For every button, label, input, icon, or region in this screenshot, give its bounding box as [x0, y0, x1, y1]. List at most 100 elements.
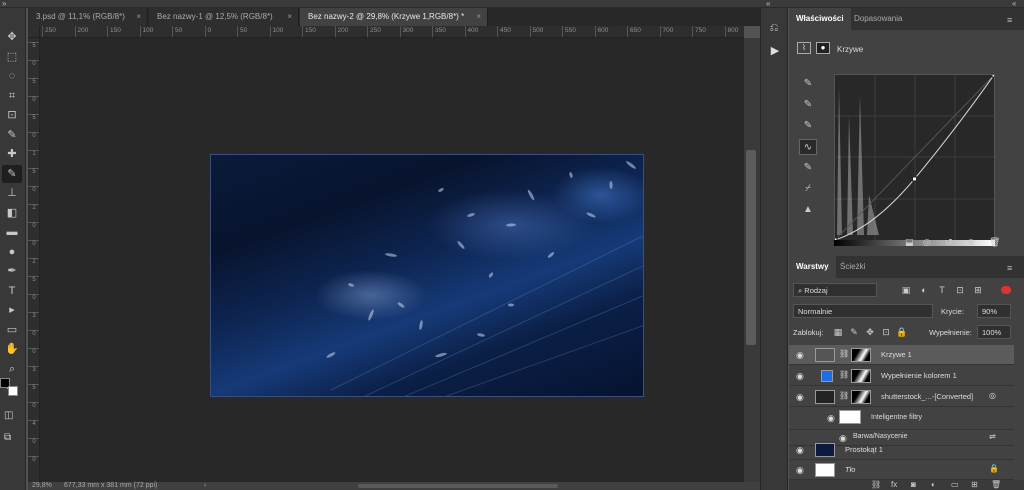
healing-tool-icon[interactable]: ✚ — [2, 145, 22, 163]
tab-document-2[interactable]: Bez nazwy-1 @ 12,5% (RGB/8*) × — [149, 8, 299, 26]
layer-row-smart-object[interactable]: ◉ ⛓ shutterstock_...-[Converted] ◎ — [789, 387, 1014, 407]
lock-transparent-icon[interactable]: ▦ — [831, 326, 845, 338]
close-icon[interactable]: × — [287, 8, 292, 26]
smart-filter-icon[interactable]: ⊞ — [971, 284, 985, 296]
blur-tool-icon[interactable]: ● — [2, 243, 22, 261]
group-icon[interactable]: ▭ — [951, 480, 959, 490]
pixel-filter-icon[interactable]: ▣ — [899, 284, 913, 296]
collapse-right-icon[interactable]: « — [1012, 0, 1016, 8]
document-canvas[interactable] — [210, 154, 644, 397]
type-tool-icon[interactable]: T — [2, 282, 22, 300]
ruler-tick-label: 200 — [74, 26, 88, 37]
shape-tool-icon[interactable]: ▭ — [2, 321, 22, 339]
tab-layers[interactable]: Warstwy — [789, 256, 836, 278]
layer-row-background[interactable]: ◉ Tło 🔒 — [789, 460, 1014, 480]
adjustment-icon[interactable]: ◐ — [931, 480, 936, 490]
reset-icon[interactable]: ↺ — [945, 237, 953, 248]
mask-thumbnail — [851, 390, 871, 404]
eye-icon[interactable]: ◉ — [827, 413, 835, 424]
tab-paths[interactable]: Ścieżki — [833, 256, 872, 278]
visibility-icon[interactable]: ◉ — [967, 237, 975, 248]
status-arrow-icon[interactable]: › — [204, 482, 206, 490]
layer-row-curves[interactable]: ◉ ⛓ Krzywe 1 — [789, 345, 1014, 365]
crop-tool-icon[interactable]: ⌗ — [2, 87, 22, 105]
eye-icon[interactable]: ◉ — [796, 371, 804, 382]
filter-toggle[interactable] — [1001, 286, 1011, 294]
sample-highlight-icon[interactable]: ✎ — [799, 118, 817, 134]
trash-icon[interactable]: 🗑 — [991, 480, 1001, 490]
rectangle-thumbnail — [815, 443, 835, 457]
stamp-tool-icon[interactable]: ⊥ — [2, 184, 22, 202]
curve-point[interactable] — [991, 75, 994, 78]
close-icon[interactable]: × — [476, 8, 481, 26]
view-previous-icon[interactable]: ◎ — [923, 237, 931, 248]
particle-shape — [508, 303, 514, 307]
pen-tool-icon[interactable]: ✒ — [2, 262, 22, 280]
tab-adjustments[interactable]: Dopasowania — [847, 8, 909, 30]
clipping-warning-icon[interactable]: ▲ — [799, 202, 817, 218]
quick-mask-icon[interactable]: ◫ — [4, 410, 13, 421]
zoom-tool-icon[interactable]: ⌕ — [2, 360, 22, 378]
smart-filter-badge-icon[interactable]: ◎ — [989, 391, 996, 400]
smooth-icon[interactable]: ⌿ — [799, 181, 817, 197]
history-icon[interactable]: ⎌ — [767, 22, 781, 36]
path-select-tool-icon[interactable]: ▸ — [2, 301, 22, 319]
lock-all-icon[interactable]: 🔒 — [895, 326, 909, 338]
sample-shadow-icon[interactable]: ✎ — [799, 76, 817, 92]
smart-filters-row[interactable]: ◉ Inteligentne filtry — [789, 408, 1014, 430]
gradient-tool-icon[interactable]: ▬ — [2, 223, 22, 241]
eraser-tool-icon[interactable]: ◧ — [2, 204, 22, 222]
shape-filter-icon[interactable]: ⊡ — [953, 284, 967, 296]
link-icon[interactable]: ⛓ — [871, 480, 881, 490]
adjustment-filter-icon[interactable]: ◐ — [917, 284, 931, 296]
curve-point[interactable] — [912, 176, 917, 182]
particle-shape — [457, 241, 465, 249]
eye-icon[interactable]: ◉ — [796, 465, 804, 476]
blend-mode-select[interactable]: Normalnie — [793, 304, 933, 318]
layer-filter-select[interactable]: ⌕ Rodzaj — [793, 283, 877, 297]
tab-properties[interactable]: Właściwości — [789, 8, 851, 30]
hand-tool-icon[interactable]: ✋ — [2, 340, 22, 358]
layer-row-rectangle[interactable]: ◉ Prostokąt 1 — [789, 440, 1014, 460]
curves-graph[interactable] — [834, 74, 995, 241]
zoom-readout[interactable]: 29,8% — [32, 482, 52, 490]
close-icon[interactable]: × — [136, 8, 141, 26]
layer-row-fill[interactable]: ◉ ⛓ Wypełnienie kolorem 1 — [789, 366, 1014, 386]
fill-input[interactable]: 100% — [977, 325, 1011, 339]
screen-mode-icon[interactable]: ⧉ — [4, 432, 11, 443]
eye-icon[interactable]: ◉ — [796, 392, 804, 403]
play-actions-icon[interactable]: ▶ — [768, 44, 782, 58]
tab-document-3[interactable]: Bez nazwy-2 @ 29,8% (Krzywe 1,RGB/8*) * … — [300, 8, 488, 26]
marquee-tool-icon[interactable]: ⬚ — [2, 48, 22, 66]
eye-icon[interactable]: ◉ — [796, 445, 804, 456]
horizontal-scrollbar-thumb[interactable] — [358, 484, 558, 488]
layers-menu-icon[interactable]: ≡ — [1007, 263, 1012, 273]
particle-shape — [626, 161, 636, 169]
type-filter-icon[interactable]: T — [935, 284, 949, 296]
lock-artboard-icon[interactable]: ⊡ — [879, 326, 893, 338]
scrollbar-thumb[interactable] — [746, 150, 756, 345]
curve-pencil-icon[interactable]: ✎ — [799, 160, 817, 176]
collapse-mid-icon[interactable]: « — [766, 0, 770, 8]
frame-tool-icon[interactable]: ⊡ — [2, 106, 22, 124]
mask-icon[interactable]: ◙ — [911, 480, 916, 490]
opacity-input[interactable]: 90% — [977, 304, 1011, 318]
mask-icon[interactable]: ● — [816, 42, 830, 54]
brush-tool-icon[interactable]: ✎ — [2, 164, 22, 183]
lock-pixels-icon[interactable]: ✎ — [847, 326, 861, 338]
eyedropper-tool-icon[interactable]: ✎ — [2, 126, 22, 144]
eye-icon[interactable]: ◉ — [796, 350, 804, 361]
sample-midtone-icon[interactable]: ✎ — [799, 97, 817, 113]
lock-position-icon[interactable]: ✥ — [863, 326, 877, 338]
curve-points-icon[interactable]: ∿ — [799, 139, 817, 155]
delete-adjustment-icon[interactable]: 🗑 — [989, 237, 1000, 248]
new-layer-icon[interactable]: ⊞ — [971, 480, 978, 490]
background-color-swatch[interactable] — [8, 386, 18, 396]
tab-document-1[interactable]: 3.psd @ 11,1% (RGB/8*) × — [28, 8, 148, 26]
collapse-left-icon[interactable]: » — [2, 0, 6, 8]
move-tool-icon[interactable]: ✥ — [2, 28, 22, 46]
lasso-tool-icon[interactable]: ◌ — [2, 67, 22, 85]
fx-icon[interactable]: fx — [891, 480, 897, 490]
clip-to-layer-icon[interactable]: ⬓ — [905, 237, 914, 248]
panel-menu-icon[interactable]: ≡ — [1007, 15, 1012, 25]
